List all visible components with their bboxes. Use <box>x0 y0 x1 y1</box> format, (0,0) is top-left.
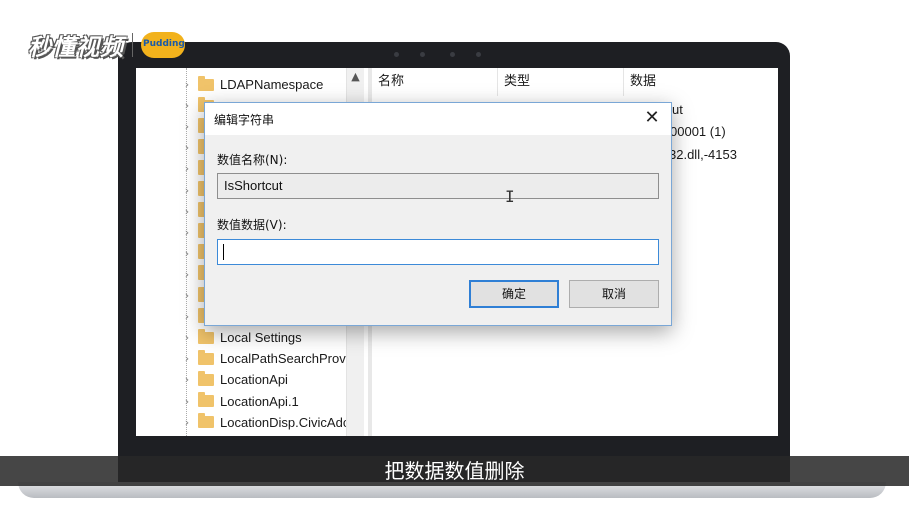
value-data-cell[interactable]: 00001 (1) <box>670 124 726 139</box>
brand-logo: Pudding <box>141 32 185 58</box>
chevron-right-icon[interactable]: › <box>180 289 194 302</box>
tree-item-label: LocalPathSearchProvi <box>220 351 349 367</box>
chevron-right-icon[interactable]: › <box>180 184 194 197</box>
chevron-right-icon[interactable]: › <box>180 226 194 239</box>
column-header-data[interactable]: 数据 <box>624 68 778 96</box>
value-data-cell[interactable]: ut <box>672 102 683 117</box>
value-data-cell[interactable]: 32.dll,-4153 <box>669 147 737 162</box>
close-icon[interactable]: ✕ <box>639 106 665 130</box>
ok-button[interactable]: 确定 <box>469 280 559 308</box>
chevron-right-icon[interactable]: › <box>180 247 194 260</box>
tree-item[interactable]: › LDAPNamespace <box>180 74 323 95</box>
chevron-right-icon[interactable]: › <box>180 310 194 323</box>
tree-item[interactable]: › LocationDisp.CivicAdc <box>180 412 349 433</box>
tree-item[interactable]: › LocalPathSearchProvi <box>180 348 349 369</box>
camera-dot <box>394 52 399 57</box>
camera-dot <box>420 52 425 57</box>
chevron-right-icon[interactable]: › <box>180 395 194 408</box>
chevron-right-icon[interactable]: › <box>180 416 194 429</box>
chevron-right-icon[interactable]: › <box>180 78 194 91</box>
tree-item[interactable]: › LocationApi <box>180 369 288 390</box>
tree-item-label: LocationApi <box>220 372 288 388</box>
chevron-right-icon[interactable]: › <box>180 373 194 386</box>
subtitle-text: 把数据数值删除 <box>384 459 525 483</box>
chevron-right-icon[interactable]: › <box>180 352 194 365</box>
edit-string-dialog: 编辑字符串 ✕ 数值名称(N): IsShortcut I 数值数据(V): 确… <box>204 102 672 326</box>
camera-dot <box>476 52 481 57</box>
folder-icon <box>198 413 214 429</box>
watermark-divider <box>132 33 133 57</box>
text-cursor-icon: I <box>505 187 515 206</box>
dialog-titlebar[interactable]: 编辑字符串 ✕ <box>205 103 671 135</box>
folder-icon <box>198 75 214 91</box>
brand-logo-text: Pudding <box>143 39 185 49</box>
chevron-right-icon[interactable]: › <box>180 99 194 112</box>
chevron-right-icon[interactable]: › <box>180 141 194 154</box>
folder-icon <box>198 392 214 407</box>
dialog-title: 编辑字符串 <box>214 113 275 127</box>
tree-item[interactable]: › LocationApi.1 <box>180 391 299 412</box>
chevron-right-icon[interactable]: › <box>180 205 194 218</box>
folder-icon <box>198 349 214 365</box>
chevron-right-icon[interactable]: › <box>180 331 194 344</box>
folder-icon <box>198 370 214 386</box>
camera-dot <box>450 52 455 57</box>
value-name-field[interactable]: IsShortcut <box>217 173 659 199</box>
folder-icon <box>198 328 214 344</box>
tree-item-label: LDAPNamespace <box>220 77 324 92</box>
tree-item[interactable]: › Local Settings <box>180 327 302 348</box>
chevron-right-icon[interactable]: › <box>180 120 194 133</box>
tree-item-label: LocationApi.1 <box>220 393 299 409</box>
text-caret <box>223 244 224 260</box>
value-name-label: 数值名称(N): <box>217 153 288 167</box>
tree-item-label: Local Settings <box>220 330 302 346</box>
value-data-field[interactable] <box>217 239 659 265</box>
subtitle-bar: 把数据数值删除 <box>0 456 909 486</box>
column-header-type[interactable]: 类型 <box>498 68 624 96</box>
video-watermark: 秒懂视频 Pudding <box>28 28 185 62</box>
scroll-up-arrow-icon[interactable]: ▲ <box>347 70 364 83</box>
value-data-label: 数值数据(V): <box>217 218 287 232</box>
chevron-right-icon[interactable]: › <box>180 268 194 281</box>
tree-item-label: LocationDisp.CivicAdc <box>220 414 350 430</box>
column-header-name[interactable]: 名称 <box>372 68 498 96</box>
cancel-button[interactable]: 取消 <box>569 280 659 308</box>
watermark-logo-text: 秒懂视频 <box>28 35 124 61</box>
chevron-right-icon[interactable]: › <box>180 162 194 175</box>
